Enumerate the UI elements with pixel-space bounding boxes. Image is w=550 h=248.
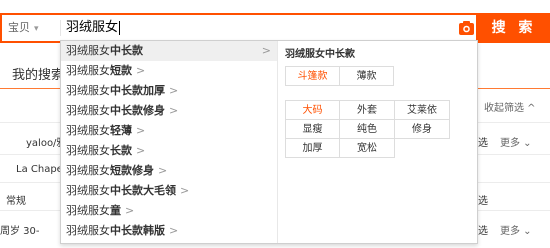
- chevron-right-icon: >: [125, 204, 135, 217]
- suggestion-base: 羽绒服女: [66, 104, 110, 117]
- filter-brand-lachapelle[interactable]: La Chape: [16, 164, 63, 175]
- filter-multiselect-3[interactable]: 选: [478, 222, 488, 237]
- my-search-label: 我的搜索: [12, 68, 65, 83]
- panel-divider: [277, 41, 278, 243]
- filter-multiselect-2[interactable]: 选: [478, 192, 488, 207]
- suggestion-completion: 中长款: [110, 44, 143, 57]
- suggestion-base: 羽绒服女: [66, 184, 110, 197]
- tag-chip[interactable]: 外套: [339, 100, 395, 120]
- text-caret: [119, 20, 121, 35]
- filter-multiselect-1[interactable]: 选: [478, 134, 488, 149]
- tag-chip[interactable]: 修身: [394, 119, 450, 139]
- suggestion-item[interactable]: 羽绒服女短款修身 >: [61, 161, 277, 181]
- suggestion-base: 羽绒服女: [66, 144, 110, 157]
- suggestion-base: 羽绒服女: [66, 44, 110, 57]
- chevron-right-icon: >: [169, 84, 179, 97]
- suggestion-base: 羽绒服女: [66, 84, 110, 97]
- tag-chip[interactable]: 大码: [285, 100, 340, 120]
- suggestion-item[interactable]: 羽绒服女短款 >: [61, 61, 277, 81]
- suggestion-base: 羽绒服女: [66, 164, 110, 177]
- suggestion-base: 羽绒服女: [66, 124, 110, 137]
- tag-chip[interactable]: 薄款: [339, 66, 394, 86]
- chevron-right-icon: >: [136, 64, 146, 77]
- tag-chip[interactable]: 艾莱依: [394, 100, 450, 120]
- chevron-right-icon: >: [158, 164, 168, 177]
- suggestion-completion: 中长款加厚: [110, 84, 165, 97]
- suggestion-completion: 童: [110, 204, 121, 217]
- chevron-down-icon: ▾: [34, 24, 39, 34]
- camera-icon[interactable]: [458, 19, 475, 37]
- tag-chip[interactable]: 加厚: [285, 138, 340, 158]
- suggestion-item[interactable]: 羽绒服女轻薄 >: [61, 121, 277, 141]
- shrink-filter-link[interactable]: 收起筛选 ^: [484, 99, 536, 114]
- suggestion-item[interactable]: 羽绒服女中长款加厚 >: [61, 81, 277, 101]
- suggestion-item[interactable]: 羽绒服女长款 >: [61, 141, 277, 161]
- suggestion-completion: 中长款修身: [110, 104, 165, 117]
- suggestion-item[interactable]: 羽绒服女中长款 >: [61, 41, 277, 61]
- tag-chip[interactable]: 斗篷款: [285, 66, 340, 86]
- panel-title: 羽绒服女中长款: [285, 49, 355, 60]
- filter-age[interactable]: 周岁 30-: [0, 222, 40, 237]
- suggestion-completion: 短款: [110, 64, 132, 77]
- search-button[interactable]: 搜 索: [478, 13, 550, 43]
- filter-more-1[interactable]: 更多 ⌄: [500, 134, 532, 149]
- chevron-right-icon: >: [180, 184, 190, 197]
- tag-chip[interactable]: 显瘦: [285, 119, 340, 139]
- chevron-right-icon: >: [169, 104, 179, 117]
- chevron-right-icon: >: [169, 224, 179, 237]
- suggestion-completion: 中长款大毛领: [110, 184, 176, 197]
- suggestion-completion: 长款: [110, 144, 132, 157]
- tag-chip[interactable]: 纯色: [339, 119, 395, 139]
- search-box: 宝贝 ▾ 羽绒服女: [0, 13, 478, 43]
- suggestion-completion: 短款修身: [110, 164, 154, 177]
- suggestion-completion: 轻薄: [110, 124, 132, 137]
- category-select[interactable]: 宝贝 ▾: [8, 17, 60, 39]
- tag-chip[interactable]: 宽松: [339, 138, 395, 158]
- suggestion-base: 羽绒服女: [66, 224, 110, 237]
- autocomplete-dropdown: 羽绒服女中长款 > 羽绒服女短款 > 羽绒服女中长款加厚 > 羽绒服女中长款修身 > 羽绒服女轻…: [60, 40, 478, 244]
- category-divider: [60, 20, 61, 36]
- suggestion-item[interactable]: 羽绒服女童 >: [61, 201, 277, 221]
- category-label: 宝贝: [8, 21, 30, 34]
- suggestion-completion: 中长款韩版: [110, 224, 165, 237]
- search-bar: 宝贝 ▾ 羽绒服女 搜 索: [0, 13, 550, 43]
- suggestion-base: 羽绒服女: [66, 204, 110, 217]
- suggestion-item[interactable]: 羽绒服女中长款韩版 >: [61, 221, 277, 241]
- search-input[interactable]: 羽绒服女: [66, 17, 446, 39]
- filter-style-regular[interactable]: 常规: [6, 192, 26, 207]
- chevron-right-icon: >: [136, 124, 146, 137]
- filter-more-2[interactable]: 更多 ⌄: [500, 222, 532, 237]
- suggestion-base: 羽绒服女: [66, 64, 110, 77]
- suggestion-item[interactable]: 羽绒服女中长款大毛领 >: [61, 181, 277, 201]
- suggestion-item[interactable]: 羽绒服女中长款修身 >: [61, 101, 277, 121]
- chevron-right-icon: >: [261, 44, 271, 57]
- chevron-right-icon: >: [136, 144, 146, 157]
